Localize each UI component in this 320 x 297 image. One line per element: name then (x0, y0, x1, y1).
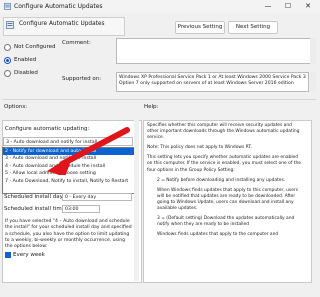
window-title: Configure Automatic Updates (14, 3, 103, 10)
radio-circle[interactable] (4, 56, 11, 64)
comment-field[interactable] (116, 38, 311, 64)
radio-not-configured[interactable]: Not Configured (4, 43, 56, 51)
install-time-label: Scheduled install time: (4, 206, 68, 212)
radio-enabled[interactable]: Enabled (4, 56, 36, 64)
radio-circle[interactable] (4, 69, 11, 77)
options-title: Options: (4, 104, 28, 110)
policy-name: Configure Automatic Updates (19, 21, 105, 27)
help-paragraph: Specifies whether this computer will rec… (147, 123, 300, 141)
help-scrollbar[interactable] (313, 120, 318, 281)
checkbox-box[interactable] (5, 252, 11, 258)
policy-icon (6, 21, 14, 29)
help-paragraph: Windows finds updates that apply to the … (157, 232, 279, 238)
help-paragraph: This setting lets you specify whether au… (147, 155, 301, 173)
help-title: Help: (144, 104, 159, 110)
help-paragraph: 2 = Notify before downloading and instal… (157, 177, 286, 183)
annotation-arrow (47, 127, 130, 175)
help-paragraph: When Windows finds updates that apply to… (157, 187, 299, 212)
install-day-select[interactable]: 0 - Every day (62, 193, 132, 201)
help-text: Specifies whether this computer will rec… (147, 123, 303, 242)
radio-circle[interactable] (4, 43, 11, 51)
next-setting-button[interactable]: Next Setting (228, 21, 278, 34)
radio-label: Enabled (14, 57, 37, 63)
close-icon[interactable]: ✕ (298, 0, 318, 13)
comment-label: Comment: (62, 40, 91, 46)
options-scrollbar[interactable] (134, 120, 139, 281)
checkbox-label: Every week (13, 252, 45, 258)
comment-scrollbar[interactable] (310, 38, 316, 64)
radio-label: Disabled (14, 70, 38, 76)
help-paragraph: 3 = (Default setting) Download the updat… (157, 216, 295, 228)
divider (2, 99, 316, 100)
install-time-select[interactable]: 03:00 (62, 205, 100, 213)
maximize-icon[interactable]: ☐ (278, 0, 298, 13)
dropdown-option[interactable]: 7 - Auto Download, Notify to install, No… (3, 178, 134, 185)
minimize-icon[interactable]: — (258, 0, 278, 13)
supported-scrollbar[interactable] (310, 72, 316, 92)
schedule-note: If you have selected "4 – Auto download … (5, 219, 132, 250)
supported-on-value: Windows XP Professional Service Pack 1 o… (116, 72, 309, 92)
previous-setting-button[interactable]: Previous Setting (175, 21, 225, 34)
policy-icon (4, 3, 11, 10)
install-day-label: Scheduled install day: (4, 194, 65, 200)
supported-on-label: Supported on: (62, 76, 102, 82)
every-week-checkbox[interactable]: Every week (5, 251, 45, 259)
radio-label: Not Configured (14, 44, 56, 50)
help-paragraph: Note: This policy does not apply to Wind… (147, 145, 252, 151)
radio-disabled[interactable]: Disabled (4, 69, 38, 77)
